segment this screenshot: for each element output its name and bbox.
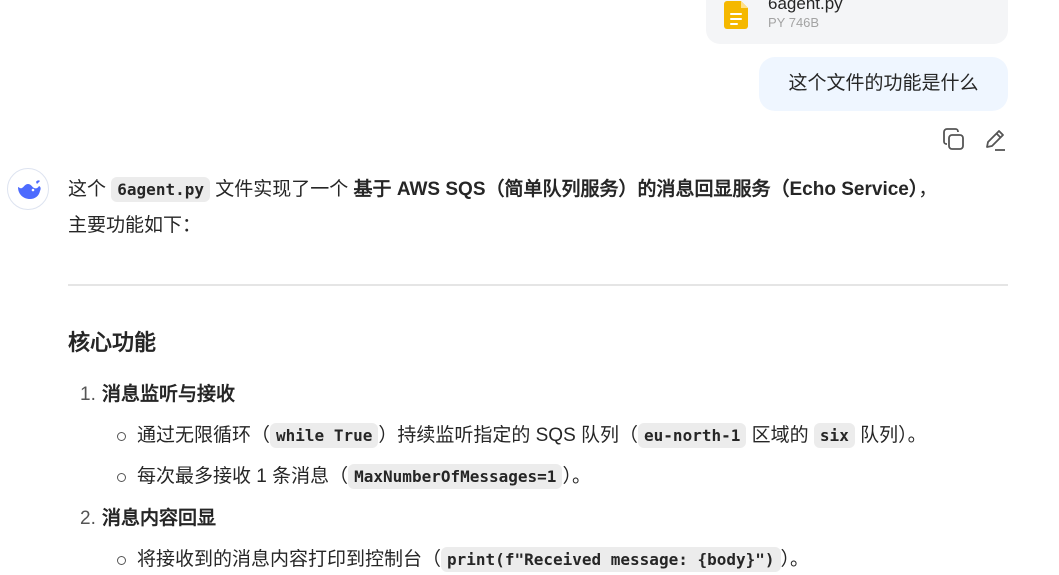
subitem-text: ）持续监听指定的 SQS 队列（ bbox=[378, 425, 639, 446]
divider bbox=[68, 284, 1008, 286]
list-number: 2. bbox=[80, 508, 96, 529]
inline-code: eu-north-1 bbox=[638, 423, 747, 448]
intro-text-1: 这个 bbox=[68, 179, 112, 200]
bullet-marker bbox=[117, 473, 126, 482]
list-subitem: 通过无限循环（ while True ）持续监听指定的 SQS 队列（ eu-nort… bbox=[137, 421, 927, 451]
answer-intro: 这个 6agent.py 文件实现了一个 基于 AWS SQS（简单队列服务）的… bbox=[68, 172, 1008, 244]
inline-code: while True bbox=[270, 423, 379, 448]
file-meta: PY 746B bbox=[768, 15, 820, 30]
assistant-answer: 这个 6agent.py 文件实现了一个 基于 AWS SQS（简单队列服务）的… bbox=[68, 172, 1008, 244]
inline-code: print(f"Received message: {body}") bbox=[441, 547, 781, 572]
bullet-marker bbox=[117, 556, 126, 565]
file-name: 6agent.py bbox=[768, 0, 843, 13]
list-subitem: 将接收到的消息内容打印到控制台（ print(f"Received message… bbox=[137, 545, 809, 575]
intro-text-3: ， bbox=[918, 179, 938, 200]
intro-bold: 基于 AWS SQS（简单队列服务）的消息回显服务（Echo Service） bbox=[353, 179, 919, 200]
inline-code: six bbox=[813, 423, 855, 448]
file-doc-icon bbox=[724, 1, 748, 29]
intro-text-2: 文件实现了一个 bbox=[209, 179, 354, 200]
list-item-title: 消息内容回显 bbox=[102, 508, 217, 529]
user-message-bubble: 这个文件的功能是什么 bbox=[759, 57, 1008, 111]
whale-logo-icon bbox=[18, 180, 41, 199]
list-subitem: 每次最多接收 1 条消息（ MaxNumberOfMessages=1）。 bbox=[137, 462, 591, 492]
list-number: 1. bbox=[80, 384, 96, 405]
subitem-text: 区域的 bbox=[746, 425, 814, 446]
inline-code-filename: 6agent.py bbox=[111, 177, 210, 202]
assistant-avatar bbox=[7, 168, 49, 210]
subitem-text: 通过无限循环（ bbox=[137, 425, 271, 446]
copy-icon bbox=[943, 128, 964, 150]
edit-button[interactable] bbox=[982, 127, 1008, 153]
copy-button[interactable] bbox=[941, 127, 967, 153]
subitem-text: ）。 bbox=[562, 466, 591, 487]
file-attachment-card[interactable]: 6agent.py PY 746B bbox=[706, 0, 1008, 44]
section-heading: 核心功能 bbox=[68, 330, 157, 355]
bullet-marker bbox=[117, 432, 126, 441]
subitem-text: 每次最多接收 1 条消息（ bbox=[137, 466, 349, 487]
subitem-text: 队列）。 bbox=[854, 425, 927, 446]
intro-text-line2: 主要功能如下： bbox=[68, 215, 202, 236]
inline-code: MaxNumberOfMessages=1 bbox=[348, 464, 563, 489]
list-item-title: 消息监听与接收 bbox=[102, 384, 236, 405]
edit-icon bbox=[986, 130, 1005, 151]
